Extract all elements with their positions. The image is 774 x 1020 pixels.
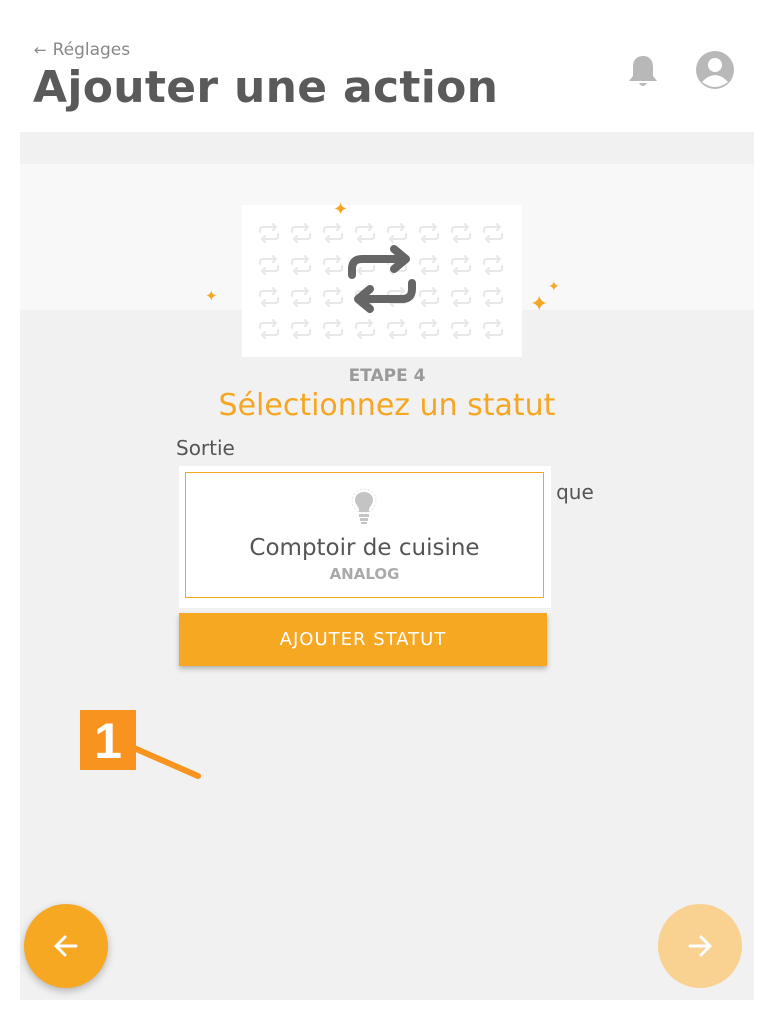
pattern-repeat-glyph — [259, 319, 279, 339]
pattern-repeat-glyph — [483, 287, 503, 307]
repeat-icon — [348, 245, 416, 313]
arrow-right-icon — [688, 935, 712, 957]
pattern-repeat-glyph — [419, 287, 439, 307]
sparkle-icon: ✦ — [205, 287, 218, 305]
pattern-repeat-glyph — [483, 319, 503, 339]
pattern-repeat-glyph — [451, 287, 471, 307]
pattern-repeat-glyph — [291, 287, 311, 307]
pattern-repeat-glyph — [259, 223, 279, 243]
lightbulb-icon — [351, 488, 377, 524]
pattern-repeat-glyph — [419, 255, 439, 275]
pattern-repeat-glyph — [323, 319, 343, 339]
pattern-repeat-glyph — [387, 319, 407, 339]
breadcrumb[interactable]: ← Réglages — [34, 40, 130, 60]
pattern-repeat-glyph — [291, 319, 311, 339]
bell-icon[interactable] — [624, 52, 662, 90]
sparkle-icon: ✦ — [530, 292, 549, 317]
step-title: Sélectionnez un statut — [218, 388, 556, 423]
header: ← Réglages Ajouter une action — [0, 0, 774, 132]
breadcrumb-label[interactable]: Réglages — [53, 40, 131, 60]
back-button[interactable] — [24, 904, 108, 988]
next-button[interactable] — [658, 904, 742, 988]
pattern-repeat-glyph — [451, 319, 471, 339]
pattern-repeat-glyph — [259, 255, 279, 275]
step-indicator: ETAPE 4 — [348, 366, 426, 386]
arrow-left-icon — [54, 935, 78, 957]
pattern-repeat-glyph — [483, 255, 503, 275]
output-name: Comptoir de cuisine — [249, 535, 480, 561]
pattern-repeat-glyph — [291, 223, 311, 243]
pattern-repeat-glyph — [419, 223, 439, 243]
user-avatar-icon[interactable] — [695, 50, 735, 90]
output-label: Sortie — [176, 436, 235, 460]
pattern-repeat-glyph — [323, 287, 343, 307]
output-card[interactable]: Comptoir de cuisine ANALOG — [185, 472, 544, 598]
output-type: ANALOG — [329, 565, 400, 583]
pattern-repeat-glyph — [451, 223, 471, 243]
pattern-repeat-glyph — [451, 255, 471, 275]
repeat-illustration — [242, 205, 522, 357]
page-title: Ajouter une action — [33, 62, 499, 113]
pattern-repeat-glyph — [419, 319, 439, 339]
back-arrow-icon: ← — [34, 41, 47, 59]
pattern-repeat-glyph — [483, 223, 503, 243]
pattern-repeat-glyph — [355, 319, 375, 339]
annotation-badge: 1 — [80, 710, 136, 770]
pattern-repeat-glyph — [323, 255, 343, 275]
add-status-button[interactable]: AJOUTER STATUT — [179, 613, 547, 666]
pattern-repeat-glyph — [291, 255, 311, 275]
pattern-repeat-glyph — [259, 287, 279, 307]
pattern-repeat-glyph — [323, 223, 343, 243]
sparkle-icon: ✦ — [548, 279, 560, 295]
sparkle-icon: ✦ — [333, 199, 349, 220]
